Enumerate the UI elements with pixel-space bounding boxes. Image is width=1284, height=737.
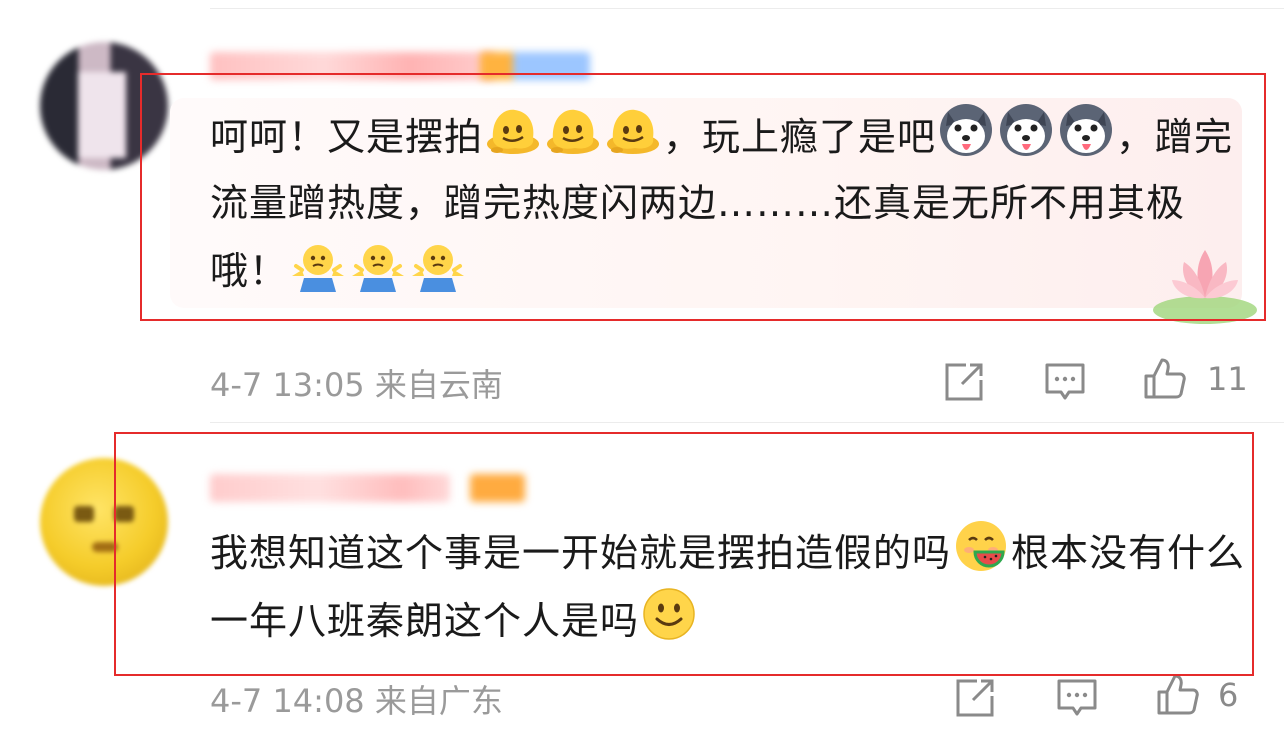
highlight-box: [114, 432, 1254, 676]
comment-icon[interactable]: [1043, 360, 1087, 404]
highlight-box: [140, 73, 1266, 321]
like-count: 11: [1207, 360, 1248, 398]
location: 来自云南: [374, 366, 503, 404]
comment-icon[interactable]: [1055, 676, 1099, 720]
share-icon[interactable]: [942, 360, 986, 404]
location: 来自广东: [374, 682, 503, 720]
timestamp: 4-7 13:05: [210, 366, 365, 404]
like-count: 6: [1218, 676, 1239, 714]
comment-meta: 4-7 13:05 来自云南: [210, 360, 503, 406]
top-divider: [210, 8, 1284, 9]
comment-meta: 4-7 14:08 来自广东: [210, 676, 503, 722]
thumbs-up-icon[interactable]: [1142, 356, 1186, 400]
comment-divider: [210, 422, 1284, 423]
thumbs-up-icon[interactable]: [1155, 672, 1199, 716]
share-icon[interactable]: [953, 676, 997, 720]
timestamp: 4-7 14:08: [210, 682, 365, 720]
